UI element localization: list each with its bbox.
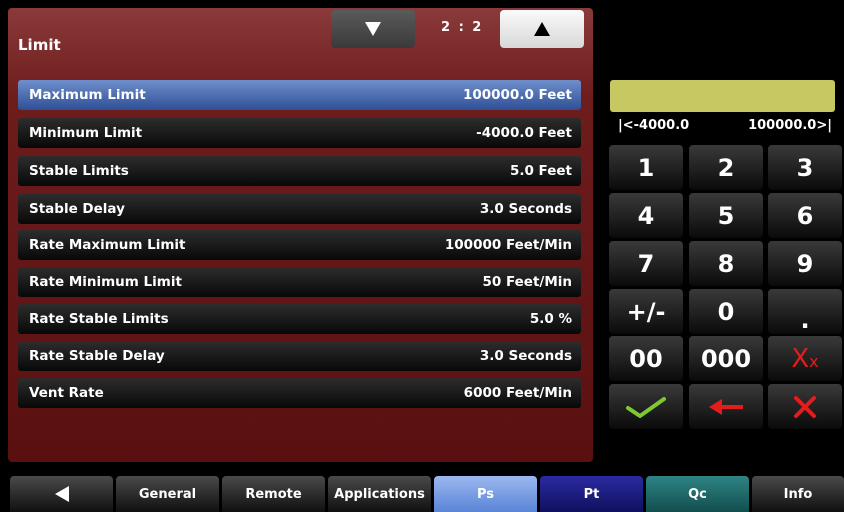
key-00[interactable]: 00: [609, 336, 683, 381]
key-6[interactable]: 6: [768, 193, 842, 238]
row-value: 50 Feet/Min: [482, 274, 572, 290]
row-label: Rate Stable Limits: [29, 311, 169, 327]
row-rate-maximum-limit[interactable]: Rate Maximum Limit 100000 Feet/Min: [18, 230, 581, 260]
key-3[interactable]: 3: [768, 145, 842, 190]
row-vent-rate[interactable]: Vent Rate 6000 Feet/Min: [18, 378, 581, 408]
key-plus-minus[interactable]: +/-: [609, 289, 683, 334]
tab-qc[interactable]: Qc: [646, 476, 749, 512]
tab-info[interactable]: Info: [752, 476, 844, 512]
key-decimal[interactable]: .: [768, 289, 842, 334]
key-7[interactable]: 7: [609, 241, 683, 286]
row-label: Maximum Limit: [29, 87, 146, 103]
up-triangle-icon: [534, 22, 550, 36]
page-up-button[interactable]: [500, 10, 584, 48]
row-rate-stable-delay[interactable]: Rate Stable Delay 3.0 Seconds: [18, 341, 581, 371]
row-label: Rate Stable Delay: [29, 348, 165, 364]
tab-general[interactable]: General: [116, 476, 219, 512]
limit-panel: Limit 2 : 2 Maximum Limit 100000.0 Feet …: [8, 8, 593, 462]
row-minimum-limit[interactable]: Minimum Limit -4000.0 Feet: [18, 118, 581, 148]
row-value: 5.0 Feet: [509, 163, 572, 179]
row-rate-stable-limits[interactable]: Rate Stable Limits 5.0 %: [18, 304, 581, 334]
key-4[interactable]: 4: [609, 193, 683, 238]
row-value: 6000 Feet/Min: [463, 385, 572, 401]
back-triangle-icon: [54, 486, 69, 502]
page-down-button[interactable]: [331, 10, 415, 48]
cancel-button[interactable]: [768, 384, 842, 429]
tab-ps[interactable]: Ps: [434, 476, 537, 512]
clear-entry-label: Xx: [791, 343, 819, 374]
row-value: 3.0 Seconds: [479, 201, 572, 217]
tab-pt[interactable]: Pt: [540, 476, 643, 512]
row-label: Stable Limits: [29, 163, 129, 179]
row-label: Vent Rate: [29, 385, 104, 401]
row-label: Rate Minimum Limit: [29, 274, 182, 290]
row-value: 3.0 Seconds: [479, 348, 572, 364]
panel-title: Limit: [18, 36, 61, 54]
row-stable-limits[interactable]: Stable Limits 5.0 Feet: [18, 156, 581, 186]
checkmark-icon: [626, 396, 666, 418]
row-value: 100000.0 Feet: [462, 87, 572, 103]
range-min-label: |<-4000.0: [618, 118, 690, 133]
row-stable-delay[interactable]: Stable Delay 3.0 Seconds: [18, 194, 581, 224]
row-maximum-limit[interactable]: Maximum Limit 100000.0 Feet: [18, 80, 581, 110]
key-8[interactable]: 8: [689, 241, 763, 286]
row-value: 5.0 %: [529, 311, 572, 327]
key-2[interactable]: 2: [689, 145, 763, 190]
tab-applications[interactable]: Applications: [328, 476, 431, 512]
row-label: Stable Delay: [29, 201, 125, 217]
x-icon: [794, 395, 816, 418]
back-button[interactable]: [10, 476, 113, 512]
row-rate-minimum-limit[interactable]: Rate Minimum Limit 50 Feet/Min: [18, 267, 581, 297]
left-arrow-icon: [709, 398, 743, 415]
key-0[interactable]: 0: [689, 289, 763, 334]
row-value: 100000 Feet/Min: [444, 237, 572, 253]
key-9[interactable]: 9: [768, 241, 842, 286]
entry-field[interactable]: [610, 80, 835, 112]
clear-entry-button[interactable]: Xx: [768, 336, 842, 381]
range-max-label: 100000.0>|: [748, 118, 832, 133]
key-1[interactable]: 1: [609, 145, 683, 190]
accept-button[interactable]: [609, 384, 683, 429]
page-indicator: 2 : 2: [441, 20, 484, 35]
key-000[interactable]: 000: [689, 336, 763, 381]
row-label: Minimum Limit: [29, 125, 143, 141]
row-label: Rate Maximum Limit: [29, 237, 186, 253]
key-5[interactable]: 5: [689, 193, 763, 238]
down-triangle-icon: [365, 22, 381, 36]
row-value: -4000.0 Feet: [476, 125, 572, 141]
tab-remote[interactable]: Remote: [222, 476, 325, 512]
backspace-button[interactable]: [689, 384, 763, 429]
